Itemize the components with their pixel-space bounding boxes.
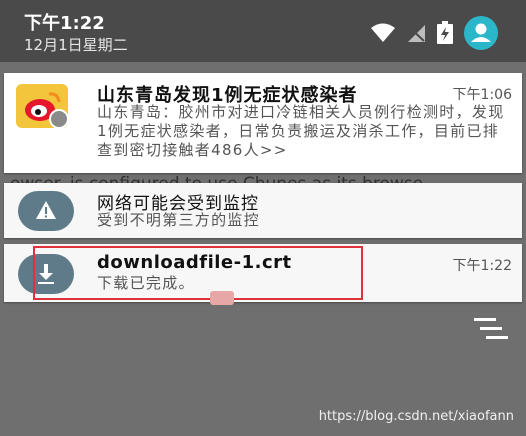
notification-time: 下午1:22 <box>452 258 512 274</box>
status-time: 下午1:22 <box>24 13 105 34</box>
highlight-box <box>33 246 363 300</box>
status-date: 12月1日星期二 <box>24 36 128 54</box>
wifi-icon <box>370 23 396 47</box>
notification-body: 受到不明第三方的监控 <box>97 211 261 229</box>
warning-icon <box>18 191 74 231</box>
status-icons <box>370 16 498 54</box>
weibo-badge-icon <box>49 109 69 129</box>
status-bar: 下午1:22 12月1日星期二 <box>0 0 526 62</box>
notification-body: 山东青岛：胶州市对进口冷链相关人员例行检测时，发现1例无症状感染者，日常负责搬运… <box>97 103 505 159</box>
tap-indicator <box>210 291 234 305</box>
clear-all-icon[interactable] <box>474 318 510 346</box>
notification-time: 下午1:06 <box>452 87 512 103</box>
battery-charging-icon <box>436 21 454 49</box>
no-sim-icon <box>406 23 426 47</box>
account-avatar-icon[interactable] <box>464 16 498 54</box>
watermark: https://blog.csdn.net/xiaofann <box>318 409 514 424</box>
notification-weibo[interactable]: 山东青岛发现1例无症状感染者 下午1:06 山东青岛：胶州市对进口冷链相关人员例… <box>4 73 522 173</box>
notification-network-monitoring[interactable]: 网络可能会受到监控 受到不明第三方的监控 <box>4 183 522 238</box>
